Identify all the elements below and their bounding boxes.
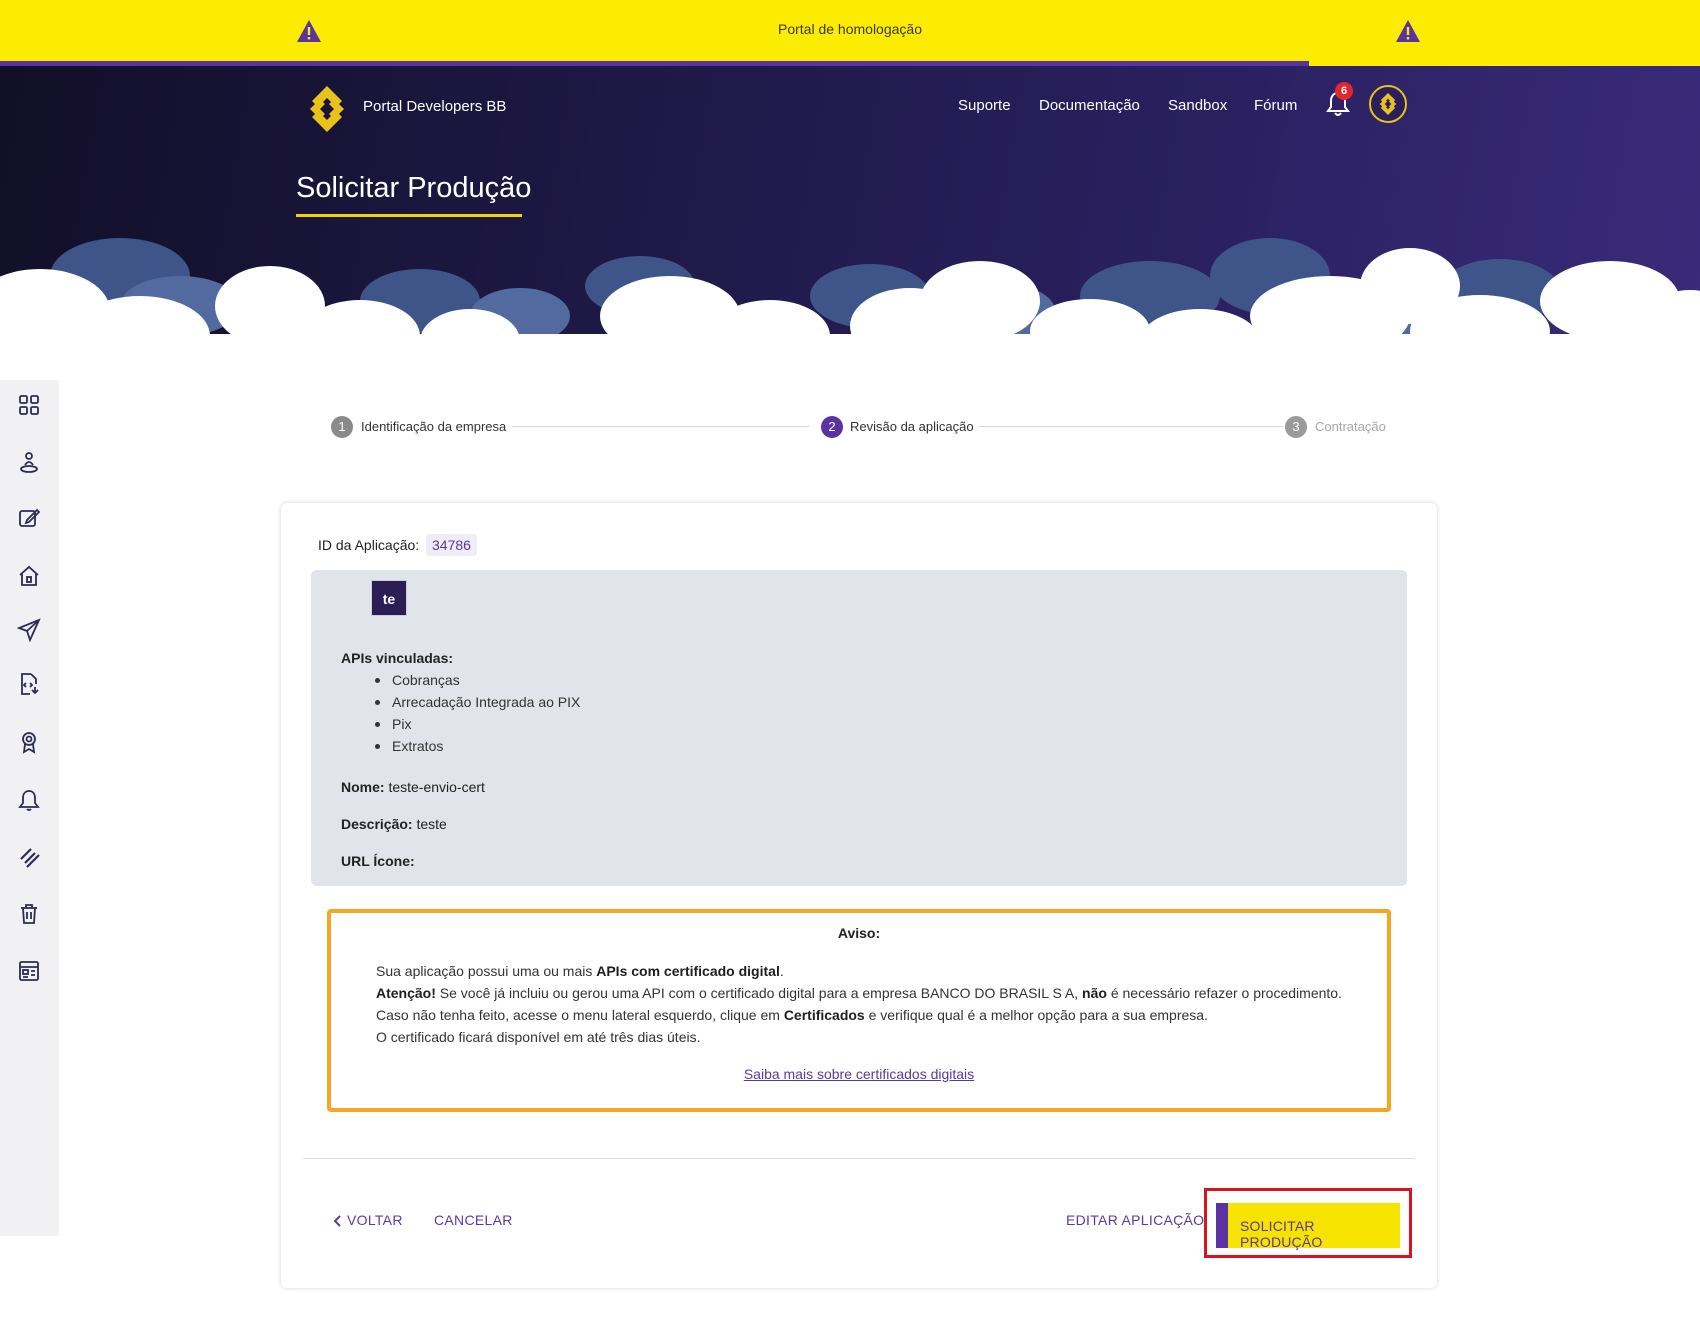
step-1-label: Identificação da empresa xyxy=(361,419,507,434)
clouds-decoration xyxy=(0,238,1700,366)
step-3-number: 3 xyxy=(1285,416,1307,438)
notification-badge: 6 xyxy=(1335,82,1353,100)
home-icon[interactable] xyxy=(17,564,41,588)
url-icon-row: URL Ícone: xyxy=(341,853,415,869)
description-row: Descrição: teste xyxy=(341,816,447,832)
app-id-value: 34786 xyxy=(426,534,477,556)
list-item: Pix xyxy=(372,713,580,735)
notice-emphasis: não xyxy=(1082,985,1107,1001)
description-value: teste xyxy=(416,816,447,832)
notice-text: Se você já incluiu ou gerou uma API com … xyxy=(435,985,1083,1001)
step-connector xyxy=(512,426,809,427)
page-header: Portal Developers BB Suporte Documentaçã… xyxy=(0,66,1700,366)
edit-icon[interactable] xyxy=(17,506,41,530)
request-production-label: SOLICITAR PRODUÇÃO xyxy=(1240,1218,1323,1250)
nav-documentacao[interactable]: Documentação xyxy=(1039,97,1140,114)
document-code-icon[interactable] xyxy=(17,672,41,696)
nav-forum[interactable]: Fórum xyxy=(1254,97,1297,114)
page-title: Solicitar Produção xyxy=(296,172,532,204)
notice-text: Sua aplicação possui uma ou mais xyxy=(376,963,597,979)
url-icon-label: URL Ícone: xyxy=(341,853,415,869)
notice-text: é necessário refazer o procedimento. xyxy=(1106,985,1342,1001)
notice-text: Caso não tenha feito, acesse o menu late… xyxy=(376,1007,784,1023)
app-avatar: te xyxy=(371,580,407,616)
notice-text: e verifique qual é a melhor opção para a… xyxy=(864,1007,1208,1023)
back-button[interactable]: VOLTAR xyxy=(347,1212,403,1228)
warning-icon xyxy=(1396,20,1420,42)
nav-sandbox[interactable]: Sandbox xyxy=(1168,97,1227,114)
homologation-banner: Portal de homologação xyxy=(0,0,1700,66)
step-3-label: Contratação xyxy=(1315,419,1386,434)
edit-application-button[interactable]: EDITAR APLICAÇÃO xyxy=(1066,1212,1204,1228)
user-pin-icon[interactable] xyxy=(17,450,41,474)
notice-emphasis: Atenção! xyxy=(376,985,436,1001)
chevron-left-icon[interactable] xyxy=(332,1214,342,1228)
link-icon[interactable] xyxy=(17,845,41,869)
certificate-icon[interactable] xyxy=(17,730,41,754)
certificates-info-link[interactable]: Saiba mais sobre certificados digitais xyxy=(327,1066,1391,1082)
dashboard-icon[interactable] xyxy=(17,393,41,417)
bb-logo-icon[interactable] xyxy=(302,84,352,134)
bell-icon[interactable] xyxy=(17,788,41,812)
bb-avatar-icon xyxy=(1379,92,1397,116)
step-2-number: 2 xyxy=(821,416,843,438)
banner-text: Portal de homologação xyxy=(778,21,922,37)
notice-line-2: Atenção! Se você já incluiu ou gerou uma… xyxy=(376,985,1342,1001)
user-avatar[interactable] xyxy=(1369,85,1407,123)
name-value: teste-envio-cert xyxy=(388,779,485,795)
notice-emphasis: APIs com certificado digital xyxy=(596,963,780,979)
list-item: Cobranças xyxy=(372,669,580,691)
sidebar xyxy=(0,380,59,1236)
name-row: Nome: teste-envio-cert xyxy=(341,779,485,795)
notice-title: Aviso: xyxy=(837,925,881,941)
request-production-button[interactable]: SOLICITAR PRODUÇÃO xyxy=(1216,1203,1400,1250)
trash-icon[interactable] xyxy=(17,902,41,926)
app-id-label: ID da Aplicação: xyxy=(318,537,420,553)
send-icon[interactable] xyxy=(17,618,41,642)
list-item: Extratos xyxy=(372,735,580,757)
step-2-label: Revisão da aplicação xyxy=(850,419,974,434)
apis-label: APIs vinculadas: xyxy=(341,650,454,666)
notice-line-1: Sua aplicação possui uma ou mais APIs co… xyxy=(376,963,784,979)
step-connector xyxy=(978,426,1283,427)
button-accent xyxy=(1216,1203,1228,1248)
nav-suporte[interactable]: Suporte xyxy=(958,97,1011,114)
apis-list: Cobranças Arrecadação Integrada ao PIX P… xyxy=(372,669,580,757)
brand-name[interactable]: Portal Developers BB xyxy=(363,98,506,115)
notice-line-3: Caso não tenha feito, acesse o menu late… xyxy=(376,1007,1208,1023)
notice-emphasis: Certificados xyxy=(783,1007,865,1023)
step-1-number: 1 xyxy=(331,416,353,438)
layout-icon[interactable] xyxy=(17,959,41,983)
list-item: Arrecadação Integrada ao PIX xyxy=(372,691,580,713)
divider xyxy=(303,1158,1415,1159)
cancel-button[interactable]: CANCELAR xyxy=(434,1212,513,1228)
notice-text: . xyxy=(779,963,784,979)
notice-line-4: O certificado ficará disponível em até t… xyxy=(376,1029,701,1045)
description-label: Descrição: xyxy=(341,816,413,832)
name-label: Nome: xyxy=(341,779,385,795)
